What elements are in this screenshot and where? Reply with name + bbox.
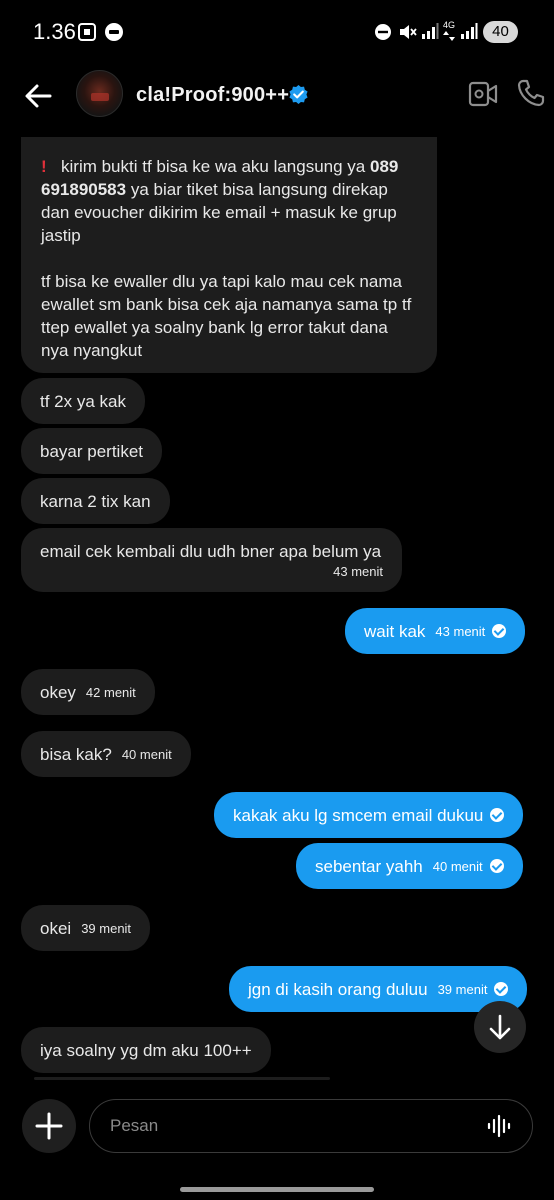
message-timestamp: 40 menit	[432, 858, 483, 874]
message-bubble-incoming[interactable]: bisa kak? 40 menit	[21, 731, 191, 777]
phone-icon[interactable]	[516, 78, 546, 108]
message-input[interactable]	[89, 1099, 533, 1153]
message-text: bisa kak?	[40, 744, 112, 764]
message-bubble-incoming[interactable]: tf 2x ya kak	[21, 378, 145, 424]
message-bubble-outgoing[interactable]: kakak aku lg smcem email dukuu	[214, 792, 524, 838]
message-text: tf 2x ya kak	[40, 391, 126, 411]
message-text: okei	[40, 918, 72, 938]
message-timestamp: 42 menit	[85, 684, 136, 700]
voice-wave-icon[interactable]	[487, 1114, 513, 1138]
message-bubble-incoming[interactable]: okey 42 menit	[21, 669, 155, 715]
signal-icon-2	[461, 23, 478, 39]
read-check-icon	[492, 624, 507, 638]
mute-icon	[400, 25, 417, 39]
message-text: sebentar yahh	[315, 856, 423, 876]
line-app-icon	[105, 23, 123, 41]
alert-icon: !	[41, 157, 47, 176]
message-text: email cek kembali dlu udh bner apa belum…	[40, 542, 382, 561]
message-bubble-incoming[interactable]: karna 2 tix kan	[21, 478, 170, 524]
status-time: 1.36	[33, 19, 76, 44]
message-text: kakak aku lg smcem email dukuu	[233, 805, 484, 825]
message-bubble-outgoing[interactable]: wait kak 43 menit	[345, 608, 526, 654]
scroll-to-bottom-button[interactable]	[474, 1001, 526, 1053]
message-bubble-incoming[interactable]: iya soalny yg dm aku 100++	[21, 1027, 271, 1073]
screenshot-icon	[78, 23, 96, 41]
message-text: wait kak	[364, 621, 426, 641]
contact-name[interactable]: cla!Proof:900++	[136, 84, 289, 107]
signal-icon-1	[422, 23, 439, 39]
message-bubble-incoming[interactable]: ! kirim bukti tf bisa ke wa aku langsung …	[21, 137, 437, 373]
message-text: okey	[40, 682, 76, 702]
message-bubble-incoming[interactable]: email cek kembali dlu udh bner apa belum…	[21, 528, 402, 592]
network-type: 4G	[443, 20, 456, 30]
avatar[interactable]	[76, 70, 123, 117]
message-timestamp: 39 menit	[81, 920, 132, 936]
message-text: kirim bukti tf bisa ke wa aku langsung y…	[61, 157, 366, 176]
message-text: karna 2 tix kan	[40, 491, 151, 511]
message-bubble-incoming[interactable]: bayar pertiket	[21, 428, 162, 474]
message-composer	[0, 1088, 554, 1168]
read-check-icon	[490, 808, 505, 822]
verified-badge-icon	[289, 84, 308, 105]
message-text: iya soalny yg dm aku 100++	[40, 1040, 252, 1060]
message-bubble-outgoing[interactable]: sebentar yahh 40 menit	[296, 843, 523, 889]
back-arrow-icon[interactable]	[20, 78, 56, 114]
message-text: bayar pertiket	[40, 441, 143, 461]
arrow-down-icon	[489, 1014, 511, 1040]
status-bar: 1.36 4G 40	[0, 0, 554, 64]
message-bubble-incoming[interactable]: okei 39 menit	[21, 905, 151, 951]
message-timestamp: 43 menit	[333, 564, 383, 579]
message-text: tf bisa ke ewaller dlu ya tapi kalo mau …	[41, 272, 412, 360]
message-timestamp: 39 menit	[437, 981, 488, 997]
data-arrows-icon	[443, 31, 455, 41]
message-timestamp: 43 menit	[435, 623, 486, 639]
add-attachment-button[interactable]	[22, 1099, 76, 1153]
home-indicator	[180, 1187, 374, 1192]
chat-header: cla!Proof:900++	[0, 64, 554, 134]
battery-level: 40	[483, 21, 518, 43]
read-check-icon	[494, 982, 509, 996]
message-timestamp: 40 menit	[121, 746, 172, 762]
read-check-icon	[489, 859, 504, 873]
plus-icon	[35, 1112, 63, 1140]
do-not-disturb-icon	[375, 24, 391, 40]
video-call-icon[interactable]	[468, 80, 498, 108]
message-bubble-partial	[34, 1077, 330, 1080]
message-text: jgn di kasih orang duluu	[248, 979, 428, 999]
